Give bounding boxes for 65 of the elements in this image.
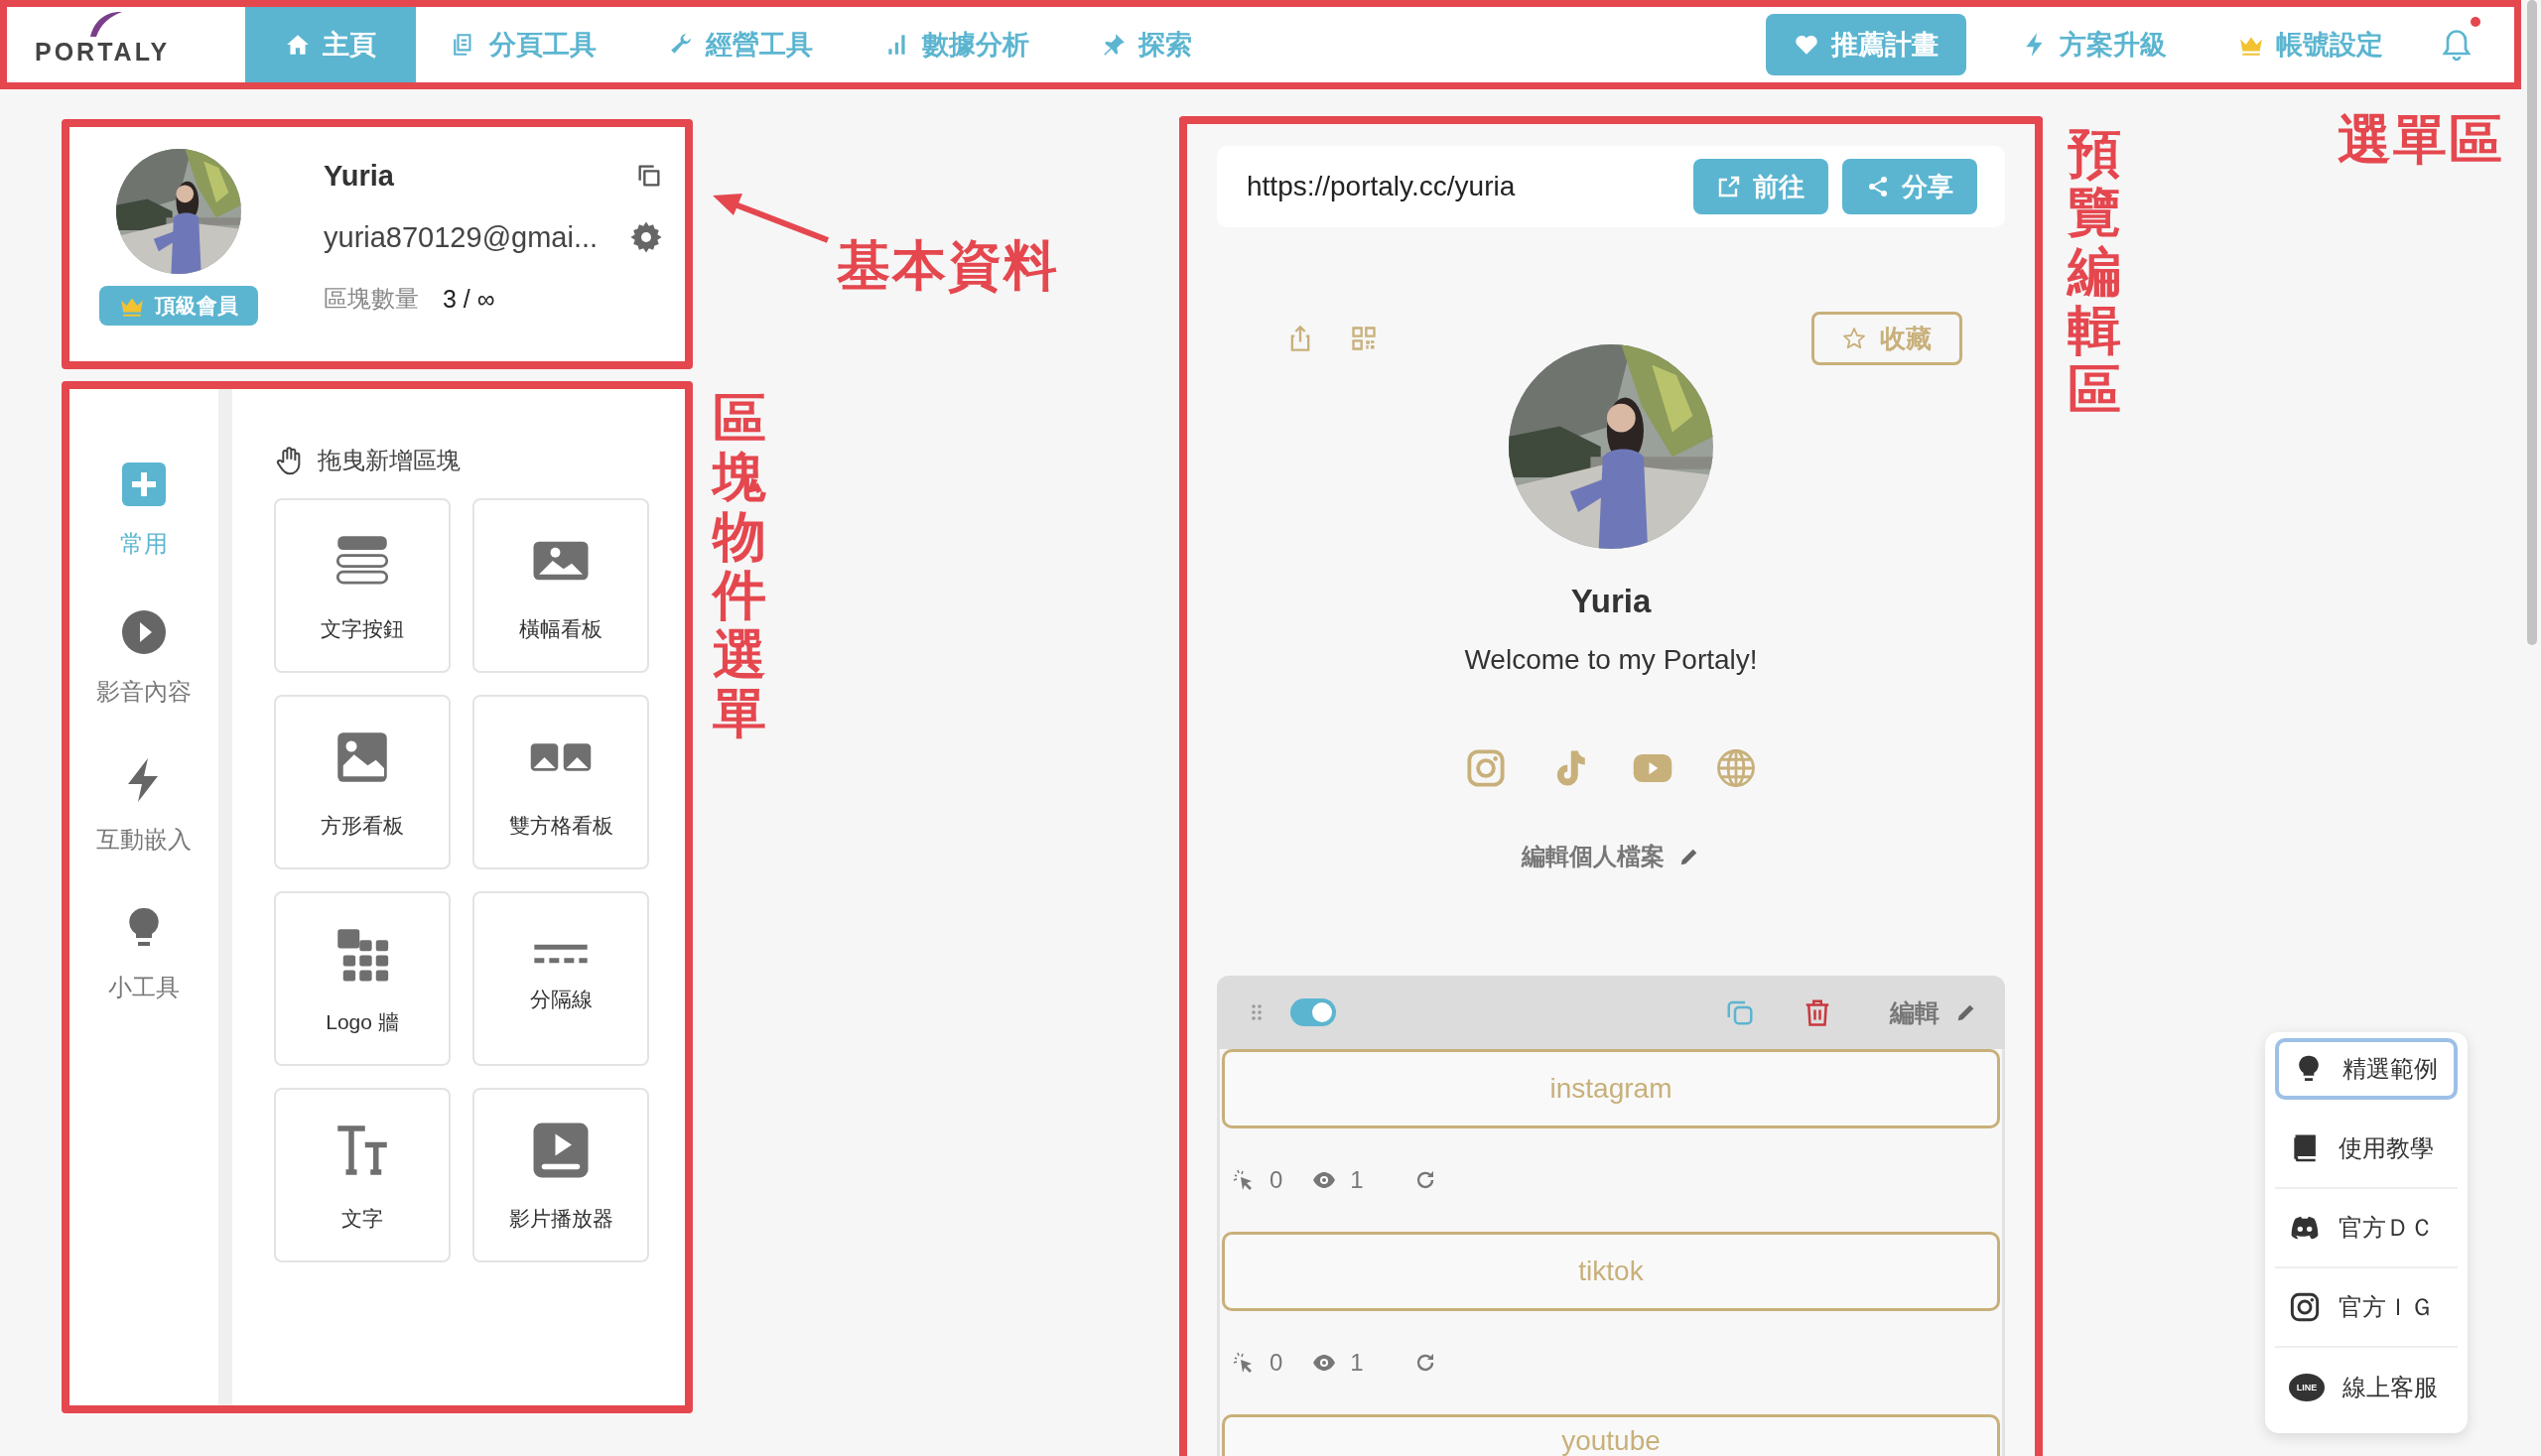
profile-name: Yuria bbox=[324, 159, 394, 193]
nav-link[interactable]: 帳號設定 bbox=[2203, 7, 2419, 82]
settings-button[interactable] bbox=[629, 220, 663, 254]
annotation-label: 選單區 bbox=[2338, 108, 2504, 171]
palette-heading: 拖曳新增區塊 bbox=[318, 446, 461, 475]
page-url[interactable]: https://portaly.cc/yuria bbox=[1247, 171, 1679, 202]
block-tile[interactable]: 分隔線 bbox=[472, 891, 649, 1066]
block-count-label: 區塊數量 bbox=[324, 284, 419, 314]
category-tab[interactable]: 小工具 bbox=[108, 904, 180, 1003]
click-count: 0 bbox=[1270, 1349, 1283, 1377]
help-menu-item[interactable]: LINE 線上客服 bbox=[2275, 1348, 2458, 1427]
block-tile[interactable]: Logo 牆 bbox=[274, 891, 451, 1066]
play-icon bbox=[120, 608, 168, 656]
referral-button[interactable]: 推薦計畫 bbox=[1766, 14, 1966, 75]
nav-tab[interactable]: 主頁 bbox=[245, 7, 416, 82]
help-menu-item[interactable]: 精選範例 bbox=[2275, 1038, 2458, 1100]
social-link[interactable] bbox=[1465, 747, 1507, 789]
annotation-label: 預覽編輯區 bbox=[2068, 124, 2121, 419]
view-count: 1 bbox=[1350, 1166, 1364, 1194]
dashed-line-icon bbox=[531, 944, 591, 964]
category-tab[interactable]: 常用 bbox=[120, 461, 168, 560]
view-count: 1 bbox=[1350, 1349, 1364, 1377]
gear-icon bbox=[629, 220, 663, 254]
logo[interactable]: PORTALY bbox=[35, 37, 171, 66]
camera-icon bbox=[2289, 1291, 2321, 1323]
annotation-label: 基本資料 bbox=[837, 234, 1059, 297]
help-menu-item[interactable]: 使用教學 bbox=[2275, 1110, 2458, 1189]
profile-name: Yuria bbox=[1570, 583, 1652, 620]
category-tab[interactable]: 互動嵌入 bbox=[96, 756, 192, 856]
instagram-icon bbox=[1465, 747, 1507, 789]
profile-bio: Welcome to my Portaly! bbox=[1464, 644, 1758, 676]
external-link-icon bbox=[1717, 175, 1741, 199]
social-link[interactable] bbox=[1715, 747, 1757, 789]
edit-button[interactable]: 編輯 bbox=[1890, 995, 1977, 1029]
edit-profile-link[interactable]: 編輯個人檔案 bbox=[1522, 841, 1700, 872]
category-tab[interactable]: 影音內容 bbox=[96, 608, 192, 708]
nav-tab[interactable]: 數據分析 bbox=[849, 7, 1065, 82]
scrollbar[interactable] bbox=[2527, 0, 2537, 645]
annotation-label: 區塊物件選單 bbox=[713, 389, 766, 743]
help-menu-item[interactable]: 官方ＩＧ bbox=[2275, 1268, 2458, 1348]
nav-tab[interactable]: 經營工具 bbox=[632, 7, 849, 82]
block-count: 3 / ∞ bbox=[443, 284, 495, 314]
block-tile[interactable]: 雙方格看板 bbox=[472, 695, 649, 869]
block-tile[interactable]: 文字 bbox=[274, 1088, 451, 1262]
qr-code-button[interactable] bbox=[1350, 325, 1378, 352]
nav-tab[interactable]: 探索 bbox=[1065, 7, 1228, 82]
block-tile[interactable]: 橫幅看板 bbox=[472, 498, 649, 673]
plus-icon bbox=[120, 461, 168, 508]
nav-tab[interactable]: 分頁工具 bbox=[416, 7, 632, 82]
member-badge: 頂級會員 bbox=[99, 286, 258, 326]
qr-code-icon bbox=[1350, 325, 1378, 352]
profile-email: yuria870129@gmai... bbox=[324, 220, 599, 254]
globe-icon bbox=[1715, 747, 1757, 789]
block-tile[interactable]: 影片播放器 bbox=[472, 1088, 649, 1262]
click-count: 0 bbox=[1270, 1166, 1283, 1194]
share-icon bbox=[1866, 175, 1890, 199]
block-tile[interactable]: 方形看板 bbox=[274, 695, 451, 869]
visibility-toggle[interactable] bbox=[1290, 998, 1336, 1026]
nav-link[interactable]: 方案升級 bbox=[1986, 7, 2203, 82]
help-menu-item[interactable]: 官方ＤＣ bbox=[2275, 1189, 2458, 1268]
open-button[interactable]: 前往 bbox=[1693, 159, 1828, 214]
share-button[interactable]: 分享 bbox=[1842, 159, 1977, 214]
star-icon bbox=[1842, 327, 1866, 350]
chat-bubble-icon: LINE bbox=[2289, 1374, 2325, 1401]
block-tile[interactable]: 文字按鈕 bbox=[274, 498, 451, 673]
